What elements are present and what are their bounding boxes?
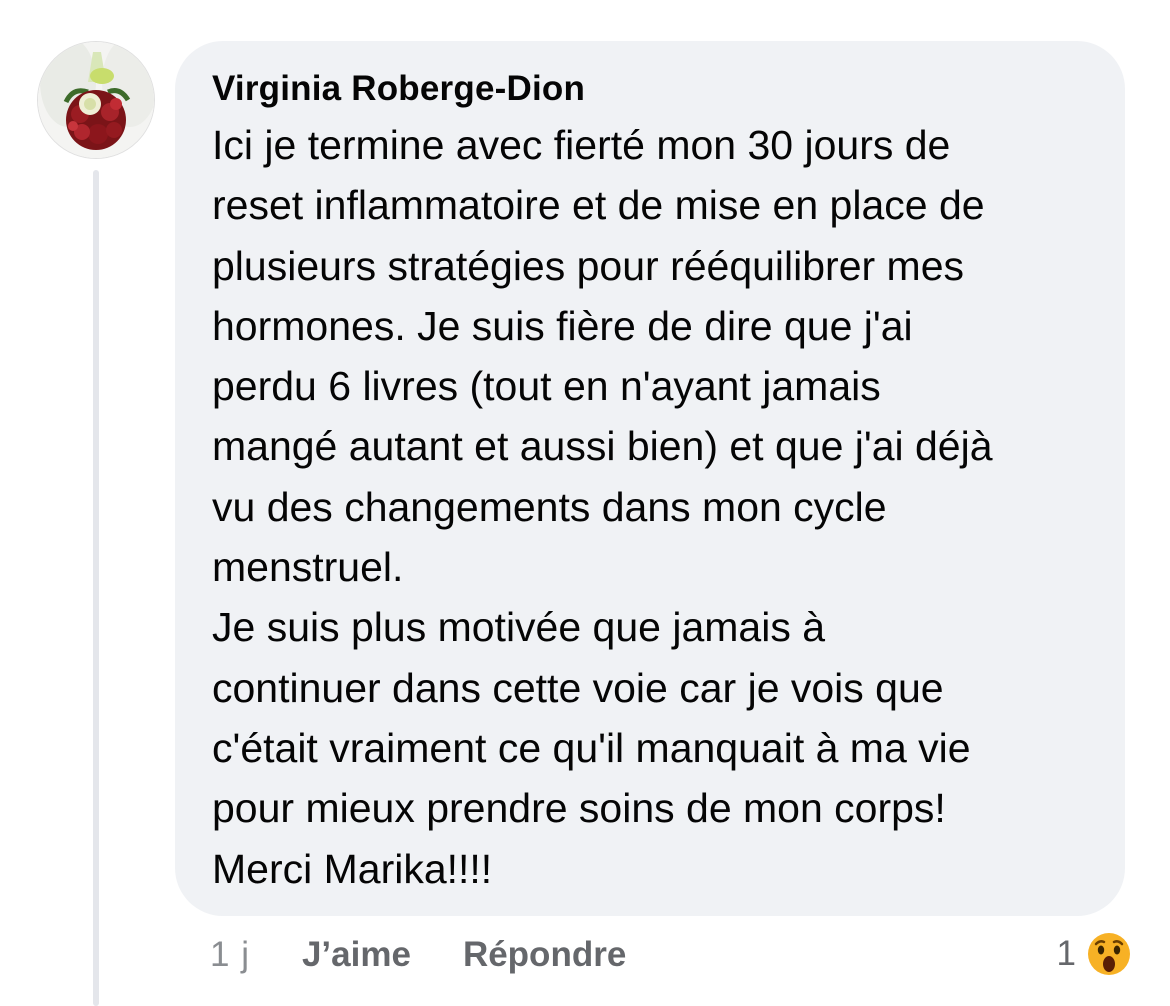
comment-bubble: Virginia Roberge-Dion Ici je termine ave… <box>175 41 1125 916</box>
comment-line: c'était vraiment ce qu'il manquait à ma … <box>212 724 971 771</box>
comment-line: perdu 6 livres (tout en n'ayant jamais <box>212 363 881 410</box>
wow-reaction-icon <box>1085 930 1133 978</box>
reaction-summary[interactable]: 1 <box>1057 928 1134 980</box>
comment-line: Ici je termine avec fierté mon 30 jours … <box>212 122 951 168</box>
bouquet-photo-icon <box>38 42 154 158</box>
comment-line: hormones. Je suis fière de dire que j'ai <box>212 302 913 349</box>
reaction-count: 1 <box>1056 934 1076 973</box>
like-button[interactable]: J’aime <box>302 935 411 975</box>
comment-line: Merci Marika!!!! <box>212 845 493 892</box>
avatar[interactable] <box>37 41 155 159</box>
comment-timestamp[interactable]: 1 j <box>210 935 250 975</box>
comment-line: mangé autant et aussi bien) et que j'ai … <box>212 423 993 470</box>
reply-thread-line <box>93 170 99 1006</box>
comment-line: continuer dans cette voie car je vois qu… <box>212 664 944 711</box>
comment-line: plusieurs stratégies pour rééquilibrer m… <box>212 242 965 289</box>
comment-line: Je suis plus motivée que jamais à <box>212 604 826 651</box>
reply-button[interactable]: Répondre <box>463 935 626 975</box>
comment-line: menstruel. <box>212 544 404 591</box>
comment-line: pour mieux prendre soins de mon corps! <box>212 785 946 832</box>
comment-body: Ici je termine avec fierté mon 30 jours … <box>212 115 1089 899</box>
comment-line: reset inflammatoire et de mise en place … <box>212 182 985 229</box>
comment-line: vu des changements dans mon cycle <box>212 483 887 530</box>
comment-author[interactable]: Virginia Roberge-Dion <box>212 69 1089 109</box>
comment-actions: 1 j J’aime Répondre <box>210 930 626 980</box>
